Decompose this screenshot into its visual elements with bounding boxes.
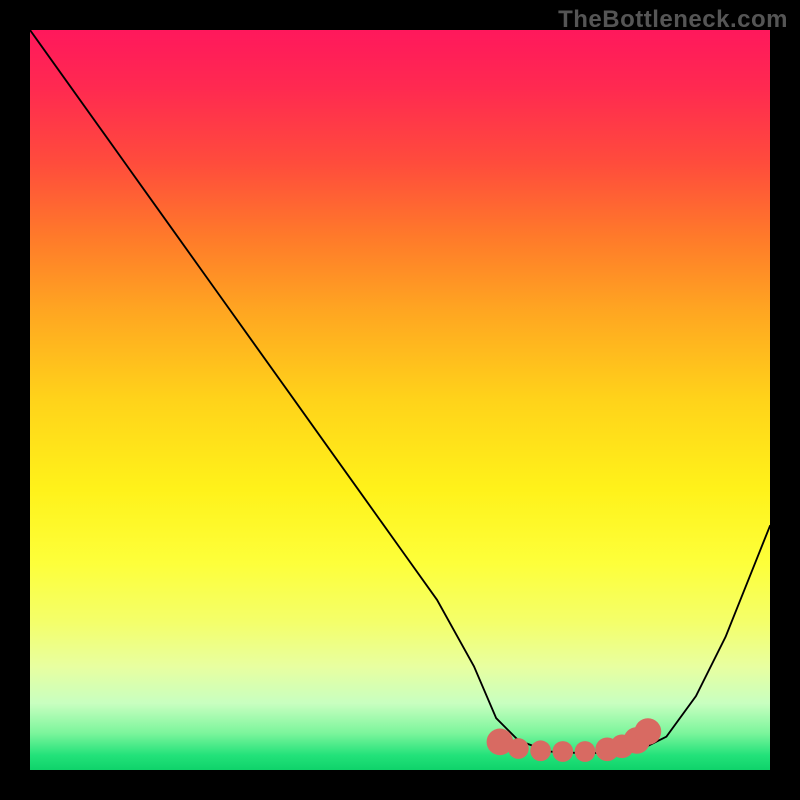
curve-svg [30,30,770,770]
valley-marker [530,740,551,761]
valley-markers [487,718,662,762]
valley-marker [575,741,596,762]
valley-marker [552,741,573,762]
valley-marker [508,738,529,759]
plot-area [30,30,770,770]
chart-container: TheBottleneck.com [0,0,800,800]
bottleneck-curve [30,30,770,753]
watermark-label: TheBottleneck.com [558,6,788,34]
valley-marker [635,718,662,745]
